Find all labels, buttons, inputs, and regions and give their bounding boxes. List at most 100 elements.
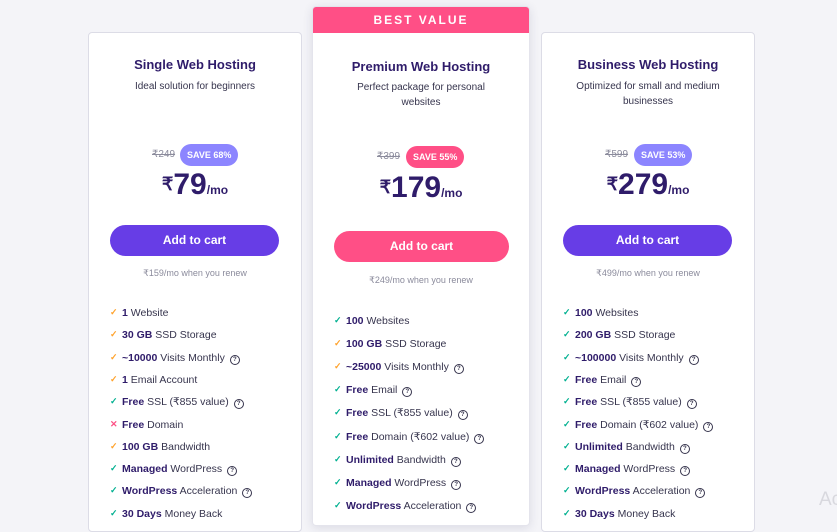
help-icon[interactable]: ? (631, 376, 642, 387)
feature-text: Acceleration (630, 485, 691, 498)
feature-item: ✓ 100 GB Bandwidth (110, 441, 210, 453)
feature-item: ✓ 1 Website (110, 307, 169, 319)
original-price: ₹399 (377, 151, 401, 162)
feature-highlight: Free (346, 430, 369, 443)
feature-item: ✓ Free Domain (₹602 value)? (563, 418, 714, 432)
feature-highlight: 30 Days (122, 507, 162, 520)
feature-text: Bandwidth (622, 440, 675, 453)
feature-item: ✓ ~100000 Visits Monthly? (563, 352, 699, 365)
check-icon: ✓ (563, 373, 571, 384)
plan-card-business: Business Web Hosting Optimized for small… (541, 32, 755, 532)
help-icon[interactable]: ? (227, 466, 238, 477)
plan-title: Premium Web Hosting (351, 59, 491, 74)
add-to-cart-button-premium[interactable]: Add to cart (334, 231, 509, 262)
save-badge: SAVE 53% (634, 144, 693, 166)
feature-text: Domain (144, 418, 184, 431)
help-icon[interactable]: ? (679, 443, 690, 454)
feature-item: ✓ 30 Days Money Back (110, 508, 222, 520)
feature-text: Website (127, 307, 169, 319)
price-period: /mo (668, 183, 690, 197)
renew-price: ₹159/mo when you renew (143, 268, 247, 278)
check-icon: ✓ (110, 307, 118, 317)
check-icon: ✓ (563, 507, 571, 518)
check-icon: ✓ (334, 430, 342, 441)
feature-item: ✓ WordPress Acceleration? (563, 485, 706, 499)
feature-item: ✓ 30 Days Money Back (563, 508, 675, 520)
feature-item: ✓ ~25000 Visits Monthly? (334, 361, 464, 375)
feature-highlight: Free (346, 384, 369, 397)
check-icon: ✓ (110, 396, 118, 407)
help-icon[interactable]: ? (695, 488, 706, 499)
feature-highlight: 30 Days (575, 507, 615, 520)
help-icon[interactable]: ? (474, 433, 485, 444)
check-icon: ✓ (334, 476, 342, 487)
price-amount: 279 (618, 168, 669, 201)
feature-item: ✓ WordPress Acceleration? (110, 485, 253, 499)
feature-item: ✓ Free SSL (₹855 value)? (334, 407, 468, 421)
plan-title: Single Web Hosting (134, 57, 256, 72)
check-icon: ✓ (110, 351, 118, 362)
check-icon: ✓ (110, 507, 118, 518)
add-to-cart-button-business[interactable]: Add to cart (563, 225, 732, 256)
feature-text: Bandwidth (393, 453, 446, 466)
check-icon: ✓ (334, 315, 342, 325)
feature-text: SSD Storage (152, 329, 217, 342)
help-icon[interactable]: ? (703, 421, 714, 432)
check-icon: ✓ (110, 485, 118, 496)
feature-text: Visits Monthly (157, 351, 225, 364)
help-icon[interactable]: ? (688, 354, 699, 365)
feature-item: ✓ 100 Websites (563, 307, 638, 319)
add-to-cart-button-single[interactable]: Add to cart (110, 225, 279, 256)
check-icon: ✓ (110, 463, 118, 474)
help-icon[interactable]: ? (680, 466, 691, 477)
price-amount: 79 (173, 168, 207, 201)
feature-highlight: Managed (575, 463, 621, 476)
feature-highlight: Free (575, 418, 598, 431)
feature-highlight: 100 (575, 307, 593, 319)
price-period: /mo (206, 183, 229, 197)
feature-text: SSL (₹855 value) (144, 396, 229, 409)
feature-highlight: Managed (122, 463, 168, 476)
check-icon: ✓ (563, 329, 571, 340)
feature-highlight: Unlimited (346, 453, 394, 466)
help-icon[interactable]: ? (451, 479, 462, 490)
feature-highlight: WordPress (122, 485, 178, 498)
feature-item: ✓ 30 GB SSD Storage (110, 329, 217, 341)
feature-item: ✓ 100 GB SSD Storage (334, 338, 446, 350)
original-price: ₹249 (152, 149, 176, 160)
feature-text: Email Account (127, 373, 198, 386)
feature-item: ✓ 1 Email Account (110, 374, 197, 386)
feature-highlight: 30 GB (122, 329, 153, 342)
feature-item: ✓ Managed WordPress? (110, 463, 238, 477)
help-icon[interactable]: ? (402, 387, 413, 398)
feature-text: WordPress (167, 463, 223, 476)
feature-item: ✓ Managed WordPress? (334, 476, 462, 490)
feature-text: Websites (363, 315, 410, 327)
help-icon[interactable]: ? (453, 364, 464, 375)
best-value-ribbon: BEST VALUE (313, 7, 529, 33)
help-icon[interactable]: ? (457, 410, 468, 421)
save-badge: SAVE 68% (180, 144, 239, 166)
help-icon[interactable]: ? (450, 456, 461, 467)
check-icon: ✓ (563, 440, 571, 451)
check-icon: ✓ (563, 396, 571, 407)
help-icon[interactable]: ? (686, 399, 697, 410)
cross-icon: ✕ (110, 418, 118, 429)
currency-symbol: ₹ (161, 174, 174, 194)
feature-text: Visits Monthly (616, 351, 684, 364)
feature-text: WordPress (620, 463, 676, 476)
save-badge: SAVE 55% (406, 146, 465, 168)
check-icon: ✓ (563, 307, 571, 317)
feature-item: ✓ Free SSL (₹855 value)? (563, 396, 697, 410)
help-icon[interactable]: ? (466, 502, 477, 513)
help-icon[interactable]: ? (229, 354, 240, 365)
feature-highlight: ~25000 (346, 361, 382, 374)
feature-text: Email (597, 373, 627, 386)
plan-subtitle: Optimized for small and medium businesse… (576, 81, 720, 107)
help-icon[interactable]: ? (233, 399, 244, 410)
feature-item: ✓ Free SSL (₹855 value)? (110, 396, 244, 410)
plan-card-single: Single Web Hosting Ideal solution for be… (88, 32, 302, 532)
feature-item: ✓ Unlimited Bandwidth? (563, 441, 690, 454)
check-icon: ✓ (334, 338, 342, 349)
help-icon[interactable]: ? (242, 488, 253, 499)
